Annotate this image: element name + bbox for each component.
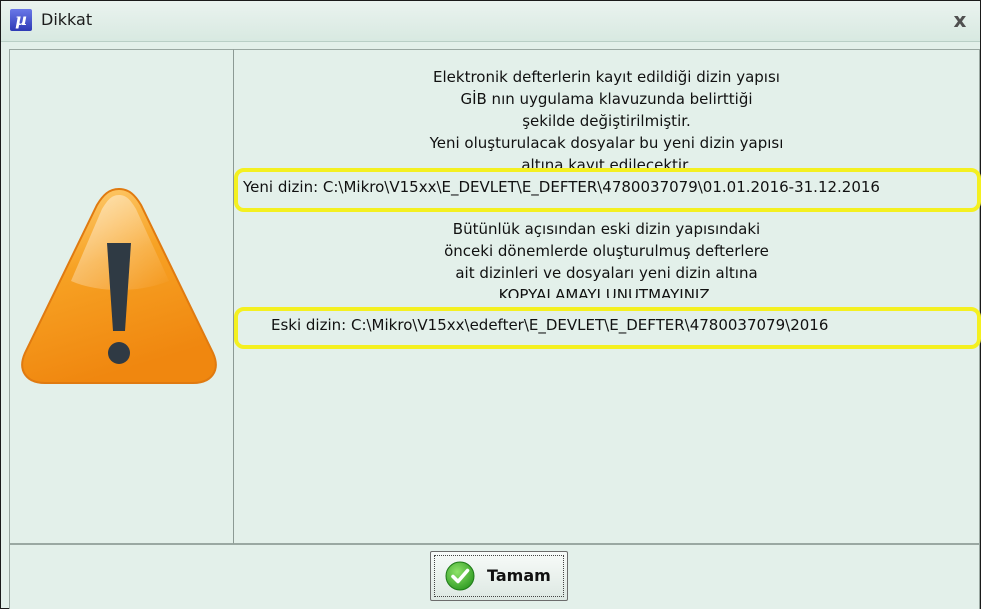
message-panel: Elektronik defterlerin kayıt edildiği di… <box>233 49 980 544</box>
ok-button-label: Tamam <box>487 566 551 585</box>
message-line: KOPYALAMAYI UNUTMAYINIZ. <box>498 286 715 298</box>
message-line: Yeni oluşturulacak dosyalar bu yeni dizi… <box>429 134 784 152</box>
new-path-text: Yeni dizin: C:\Mikro\V15xx\E_DEVLET\E_DE… <box>243 178 880 196</box>
message-line: GİB nın uygulama klavuzunda belirttiği <box>460 90 753 108</box>
message-line: Bütünlük açısından eski dizin yapısındak… <box>452 220 761 238</box>
title-bar[interactable]: µ Dikkat x <box>1 1 980 42</box>
message-line: şekilde değiştirilmiştir. <box>522 112 691 130</box>
message-line: Elektronik defterlerin kayıt edildiği di… <box>433 68 780 86</box>
warning-triangle-icon <box>21 187 217 384</box>
window-title: Dikkat <box>41 10 93 29</box>
message-line: önceki dönemlerde oluşturulmuş defterler… <box>444 242 769 260</box>
ok-button[interactable]: Tamam <box>430 551 568 601</box>
message-line: altına kayıt edilecektir. <box>521 156 692 168</box>
dialog-window: µ Dikkat x Elektronik defterlerin kayıt … <box>0 0 981 609</box>
check-icon <box>445 561 475 591</box>
close-button[interactable]: x <box>948 7 972 33</box>
old-path-text: Eski dizin: C:\Mikro\V15xx\edefter\E_DEV… <box>271 316 829 334</box>
message-line: ait dizinleri ve dosyaları yeni dizin al… <box>455 264 758 282</box>
app-logo-icon: µ <box>10 9 32 31</box>
